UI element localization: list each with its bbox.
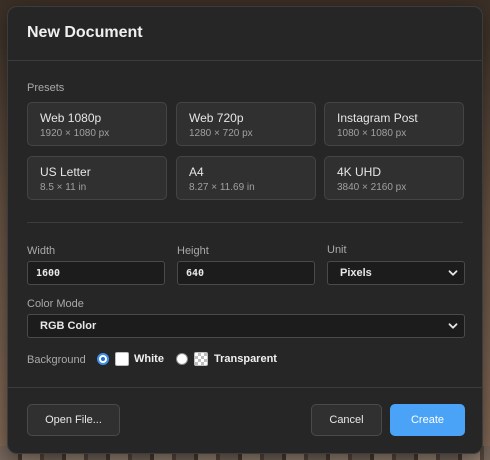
preset-name: US Letter — [40, 165, 91, 179]
color-mode-label: Color Mode — [27, 298, 84, 310]
preset-name: A4 — [189, 165, 204, 179]
height-input[interactable] — [177, 261, 315, 285]
preset-web-720p[interactable]: Web 720p 1280 × 720 px — [176, 102, 316, 146]
presets-divider — [27, 222, 463, 223]
preset-size: 1280 × 720 px — [189, 128, 253, 139]
preset-size: 1080 × 1080 px — [337, 128, 407, 139]
preset-instagram-post[interactable]: Instagram Post 1080 × 1080 px — [324, 102, 464, 146]
preset-name: 4K UHD — [337, 165, 382, 179]
background-transparent-label[interactable]: Transparent — [214, 353, 277, 365]
unit-select-value: Pixels — [340, 267, 372, 279]
background-white-radio[interactable] — [97, 353, 109, 365]
white-swatch-icon — [115, 352, 129, 366]
preset-4k-uhd[interactable]: 4K UHD 3840 × 2160 px — [324, 156, 464, 200]
background-white-label[interactable]: White — [134, 353, 164, 365]
unit-label: Unit — [327, 244, 347, 256]
transparent-checker-icon — [194, 352, 208, 366]
preset-web-1080p[interactable]: Web 1080p 1920 × 1080 px — [27, 102, 167, 146]
width-input[interactable] — [27, 261, 165, 285]
height-label: Height — [177, 245, 209, 257]
width-label: Width — [27, 245, 56, 257]
background-transparent-radio[interactable] — [176, 353, 188, 365]
color-mode-select-value: RGB Color — [40, 320, 97, 332]
preset-size: 3840 × 2160 px — [337, 182, 407, 193]
cancel-button[interactable]: Cancel — [311, 404, 382, 436]
title-divider — [8, 60, 482, 61]
preset-us-letter[interactable]: US Letter 8.5 × 11 in — [27, 156, 167, 200]
preset-name: Web 1080p — [40, 111, 102, 125]
preset-name: Web 720p — [189, 111, 244, 125]
open-file-button[interactable]: Open File... — [27, 404, 120, 436]
unit-select[interactable]: Pixels — [327, 261, 465, 285]
color-mode-select[interactable]: RGB Color — [27, 314, 465, 338]
dialog-title: New Document — [27, 24, 143, 41]
preset-size: 8.27 × 11.69 in — [189, 182, 255, 193]
preset-size: 8.5 × 11 in — [40, 182, 87, 193]
background-label: Background — [27, 354, 86, 366]
chevron-down-icon — [448, 270, 458, 276]
preset-size: 1920 × 1080 px — [40, 128, 110, 139]
presets-label: Presets — [27, 82, 65, 94]
new-document-dialog: New Document Presets Web 1080p 1920 × 10… — [7, 6, 483, 454]
preset-a4[interactable]: A4 8.27 × 11.69 in — [176, 156, 316, 200]
footer-divider — [8, 387, 482, 388]
create-button[interactable]: Create — [390, 404, 465, 436]
preset-name: Instagram Post — [337, 111, 418, 125]
chevron-down-icon — [448, 323, 458, 329]
